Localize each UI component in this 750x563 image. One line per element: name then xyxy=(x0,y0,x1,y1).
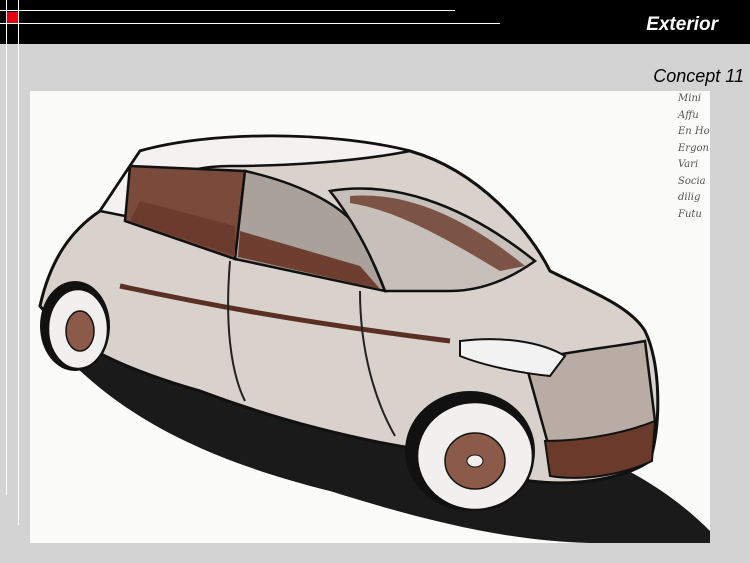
car-sketch-drawing xyxy=(38,134,710,543)
note-line: Futu xyxy=(678,208,702,220)
handwritten-notes: Mini Affu En Ho Ergon Vari Socia dilig F… xyxy=(678,91,710,223)
rear-hubcap xyxy=(65,310,95,352)
note-line: dilig xyxy=(678,192,701,203)
note-line: Vari xyxy=(678,159,699,170)
note-line: Socia xyxy=(678,175,706,187)
header-title: Exterior xyxy=(646,14,718,35)
note-line: Affu xyxy=(678,109,699,121)
car-sketch: Mini Affu En Ho Ergon Vari Socia dilig F… xyxy=(30,91,710,543)
note-line: En Ho xyxy=(678,126,710,137)
front-hub-center xyxy=(466,454,484,468)
top-rule-2 xyxy=(0,23,500,24)
note-line: Ergon xyxy=(678,142,709,154)
slide-subtitle: Concept 11 xyxy=(653,66,744,86)
header-bar: Exterior xyxy=(0,0,750,44)
top-rule-1 xyxy=(0,10,455,11)
accent-square xyxy=(7,12,18,23)
left-rule-2 xyxy=(18,0,19,525)
note-line: Mini xyxy=(678,93,702,104)
left-rule-1 xyxy=(6,0,7,495)
